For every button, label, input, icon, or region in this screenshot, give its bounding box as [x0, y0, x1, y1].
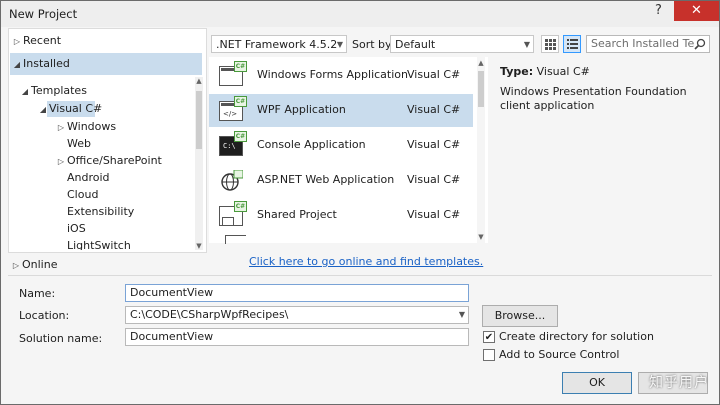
template-language: Visual C#: [407, 103, 461, 116]
search-placeholder: Search Installed Te: [591, 37, 695, 50]
solution-name-input[interactable]: DocumentView: [125, 328, 469, 346]
template-name: ASP.NET Web Application: [257, 173, 395, 186]
title-bar: New Project ? ✕: [1, 1, 719, 27]
globe-web-icon: [219, 169, 244, 195]
search-icon[interactable]: [694, 38, 706, 50]
chevron-down-icon: ▼: [458, 310, 465, 319]
chevron-down-icon: ▼: [523, 40, 530, 49]
scroll-up-arrow-icon[interactable]: ▲: [195, 77, 203, 85]
template-item[interactable]: C# Shared Project Visual C#: [209, 199, 473, 232]
tree-item-label: Windows: [67, 120, 117, 133]
add-source-control-label: Add to Source Control: [499, 348, 620, 361]
collapsed-arrow-icon: ▷: [12, 261, 20, 270]
template-description: Windows Presentation Foundation client a…: [500, 85, 687, 112]
tree-item-label: Visual C#: [49, 102, 103, 115]
wpf-application-icon: C# </>: [219, 96, 247, 121]
template-item[interactable]: C# Windows Forms Application Visual C#: [209, 59, 473, 92]
create-directory-checkbox[interactable]: ✔: [483, 331, 495, 343]
divider: [8, 275, 712, 276]
tree-scrollbar[interactable]: ▲ ▼: [195, 77, 203, 250]
tree-item-label: Office/SharePoint: [67, 154, 162, 167]
template-list-scrollbar[interactable]: ▲ ▼: [477, 57, 485, 243]
template-language: Visual C#: [407, 208, 461, 221]
search-installed-templates-input[interactable]: Search Installed Te: [586, 35, 710, 53]
create-directory-label: Create directory for solution: [499, 330, 654, 343]
chevron-down-icon: ▼: [336, 40, 343, 49]
expanded-arrow-icon: ◢: [13, 60, 21, 69]
grid-view-icon: [545, 39, 556, 50]
template-language: Visual C#: [407, 173, 461, 186]
name-input[interactable]: DocumentView: [125, 284, 469, 302]
windows-forms-icon: C#: [219, 61, 247, 86]
tree-item-cloud[interactable]: Cloud: [67, 186, 98, 204]
tree-item-extensibility[interactable]: Extensibility: [67, 203, 134, 221]
template-language: Visual C#: [407, 138, 461, 151]
tree-item-visual-csharp[interactable]: ◢ Visual C#: [37, 100, 102, 118]
tree-item-windows[interactable]: ▷ Windows: [55, 118, 116, 136]
collapsed-arrow-icon: ▷: [57, 157, 65, 166]
new-project-dialog: New Project ? ✕ ▷ Recent ◢ Installed ◢ Temp…: [0, 0, 720, 405]
scrollbar-thumb[interactable]: [196, 91, 202, 149]
dialog-title: New Project: [9, 7, 78, 21]
scroll-up-arrow-icon[interactable]: ▲: [477, 59, 485, 67]
console-application-icon: C:\ C#: [219, 131, 247, 156]
tree-item-online[interactable]: ▷ Online: [10, 256, 58, 274]
template-item-selected[interactable]: C# </> WPF Application Visual C#: [209, 94, 473, 127]
sort-value: Default: [395, 38, 436, 51]
location-value: C:\CODE\CSharpWpfRecipes\: [130, 308, 289, 321]
location-label: Location:: [19, 309, 70, 322]
scrollbar-thumb[interactable]: [478, 71, 484, 107]
list-view-icon: [567, 39, 578, 49]
type-value: Visual C#: [536, 65, 590, 78]
location-combo[interactable]: C:\CODE\CSharpWpfRecipes\ ▼: [125, 306, 469, 324]
find-templates-online-link[interactable]: Click here to go online and find templat…: [249, 255, 483, 268]
scroll-down-arrow-icon[interactable]: ▼: [477, 233, 485, 241]
template-name: Console Application: [257, 138, 366, 151]
tree-item-ios[interactable]: iOS: [67, 220, 86, 238]
solution-name-label: Solution name:: [19, 332, 103, 345]
list-view-button[interactable]: [563, 35, 581, 53]
tree-item-installed[interactable]: ◢ Installed: [11, 55, 70, 73]
scroll-down-arrow-icon[interactable]: ▼: [195, 242, 203, 250]
template-name: Shared Project: [257, 208, 337, 221]
browse-button[interactable]: Browse...: [482, 305, 558, 327]
collapsed-arrow-icon: ▷: [13, 37, 21, 46]
template-details: Type: Visual C# Windows Presentation Fou…: [495, 57, 707, 247]
expanded-arrow-icon: ◢: [21, 87, 29, 96]
shared-project-icon: C#: [219, 201, 247, 226]
tree-item-lightswitch[interactable]: LightSwitch: [67, 237, 131, 250]
tree-item-office-sharepoint[interactable]: ▷ Office/SharePoint: [55, 152, 162, 170]
collapsed-arrow-icon: ▷: [57, 123, 65, 132]
name-label: Name:: [19, 287, 56, 300]
template-item[interactable]: C:\ C# Console Application Visual C#: [209, 129, 473, 162]
close-button[interactable]: ✕: [674, 1, 719, 21]
type-label: Type:: [500, 65, 534, 78]
tree-item-recent[interactable]: ▷ Recent: [11, 32, 61, 50]
template-name: Windows Forms Application: [257, 68, 408, 81]
template-name: WPF Application: [257, 103, 346, 116]
tree-item-android[interactable]: Android: [67, 169, 110, 187]
template-item[interactable]: ASP.NET Web Application Visual C#: [209, 164, 473, 197]
type-row: Type: Visual C#: [500, 65, 590, 78]
framework-value: .NET Framework 4.5.2: [216, 38, 338, 51]
add-source-control-checkbox[interactable]: [483, 349, 495, 361]
sort-by-label: Sort by:: [352, 38, 395, 51]
sort-dropdown[interactable]: Default ▼: [390, 35, 534, 53]
tree-item-label: Installed: [23, 57, 70, 70]
tree-item-label: Online: [22, 258, 58, 271]
template-language: Visual C#: [407, 68, 461, 81]
partial-template-icon: [225, 235, 246, 244]
tree-item-web[interactable]: Web: [67, 135, 91, 153]
small-icons-view-button[interactable]: [541, 35, 559, 53]
expanded-arrow-icon: ◢: [39, 105, 47, 114]
category-tree: ▷ Recent ◢ Installed ◢ Templates ◢ Visual C#…: [8, 28, 207, 253]
help-button[interactable]: ?: [645, 1, 672, 21]
ok-button[interactable]: OK: [562, 372, 632, 394]
tree-item-templates[interactable]: ◢ Templates: [19, 82, 87, 100]
watermark-text: 知乎用户: [649, 375, 709, 391]
template-list: C# Windows Forms Application Visual C# C…: [209, 57, 488, 244]
tree-item-label: Recent: [23, 34, 62, 47]
tree-item-label: Templates: [31, 84, 87, 97]
framework-dropdown[interactable]: .NET Framework 4.5.2 ▼: [211, 35, 347, 53]
